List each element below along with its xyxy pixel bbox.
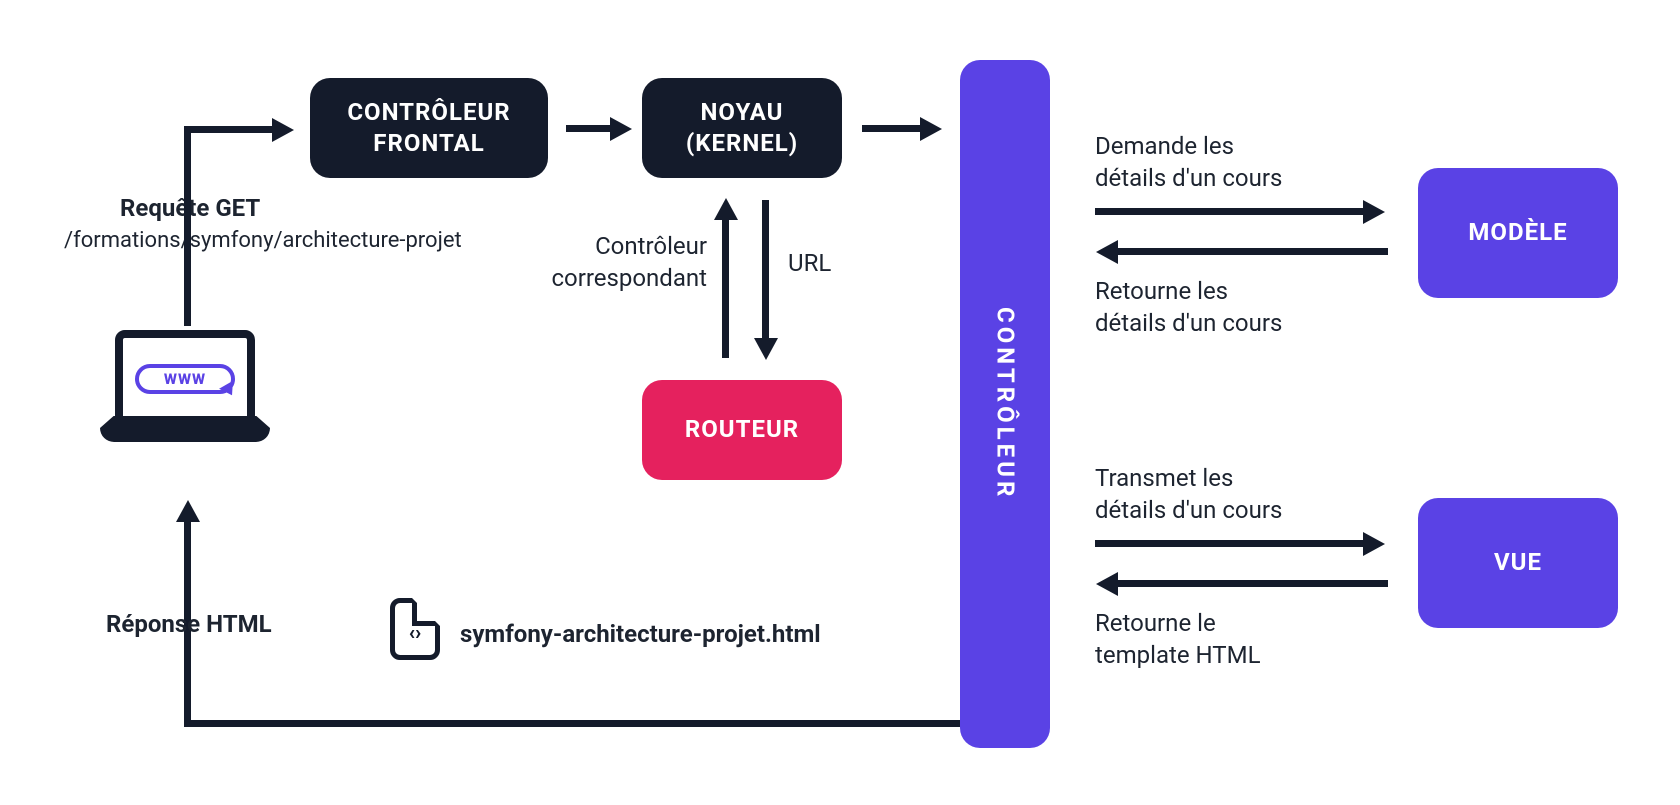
controller-box: CONTRÔLEUR (960, 60, 1050, 748)
front-controller-box: CONTRÔLEURFRONTAL (310, 78, 548, 178)
kernel-router-right: URL (788, 247, 831, 279)
ctrl-view-right (1095, 540, 1365, 547)
view-ctrl-left (1118, 580, 1388, 587)
fc-kernel-arrow (566, 125, 612, 132)
request-arrow-h (184, 126, 274, 133)
ctrl-model-right (1095, 208, 1365, 215)
kernel-router-down (762, 200, 769, 340)
response-h (184, 720, 960, 727)
view-top-2: détails d'un cours (1095, 494, 1282, 526)
response-title: Réponse HTML (106, 608, 272, 640)
model-top-1: Demande les (1095, 130, 1234, 162)
view-top-1: Transmet les (1095, 462, 1233, 494)
file-icon: ‹› (390, 598, 440, 660)
request-arrow-head (272, 118, 294, 142)
fc-kernel-head (610, 117, 632, 141)
router-kernel-up-head (714, 198, 738, 220)
ctrl-model-right-head (1363, 200, 1385, 224)
model-bottom-2: détails d'un cours (1095, 307, 1282, 339)
kernel-router-left-2: correspondant (537, 262, 707, 294)
request-arrow-v (184, 126, 191, 326)
kernel-ctrl-head (920, 117, 942, 141)
kernel-router-down-head (754, 338, 778, 360)
kernel-box: NOYAU(KERNEL) (642, 78, 842, 178)
model-top-2: détails d'un cours (1095, 162, 1282, 194)
kernel-router-left-1: Contrôleur (557, 230, 707, 262)
view-bottom-1: Retourne le (1095, 607, 1216, 639)
model-bottom-1: Retourne les (1095, 275, 1228, 307)
response-head (176, 500, 200, 522)
router-box: ROUTEUR (642, 380, 842, 480)
laptop-icon: WWW (100, 330, 270, 470)
model-ctrl-left-head (1096, 240, 1118, 264)
request-path: /formations/symfony/architecture-projet (64, 226, 462, 256)
view-bottom-2: template HTML (1095, 639, 1261, 671)
view-box: VUE (1418, 498, 1618, 628)
kernel-ctrl-arrow (862, 125, 922, 132)
model-ctrl-left (1118, 248, 1388, 255)
ctrl-view-right-head (1363, 532, 1385, 556)
model-box: MODÈLE (1418, 168, 1618, 298)
file-name: symfony-architecture-projet.html (460, 618, 821, 650)
router-kernel-up (722, 218, 729, 358)
view-ctrl-left-head (1096, 572, 1118, 596)
